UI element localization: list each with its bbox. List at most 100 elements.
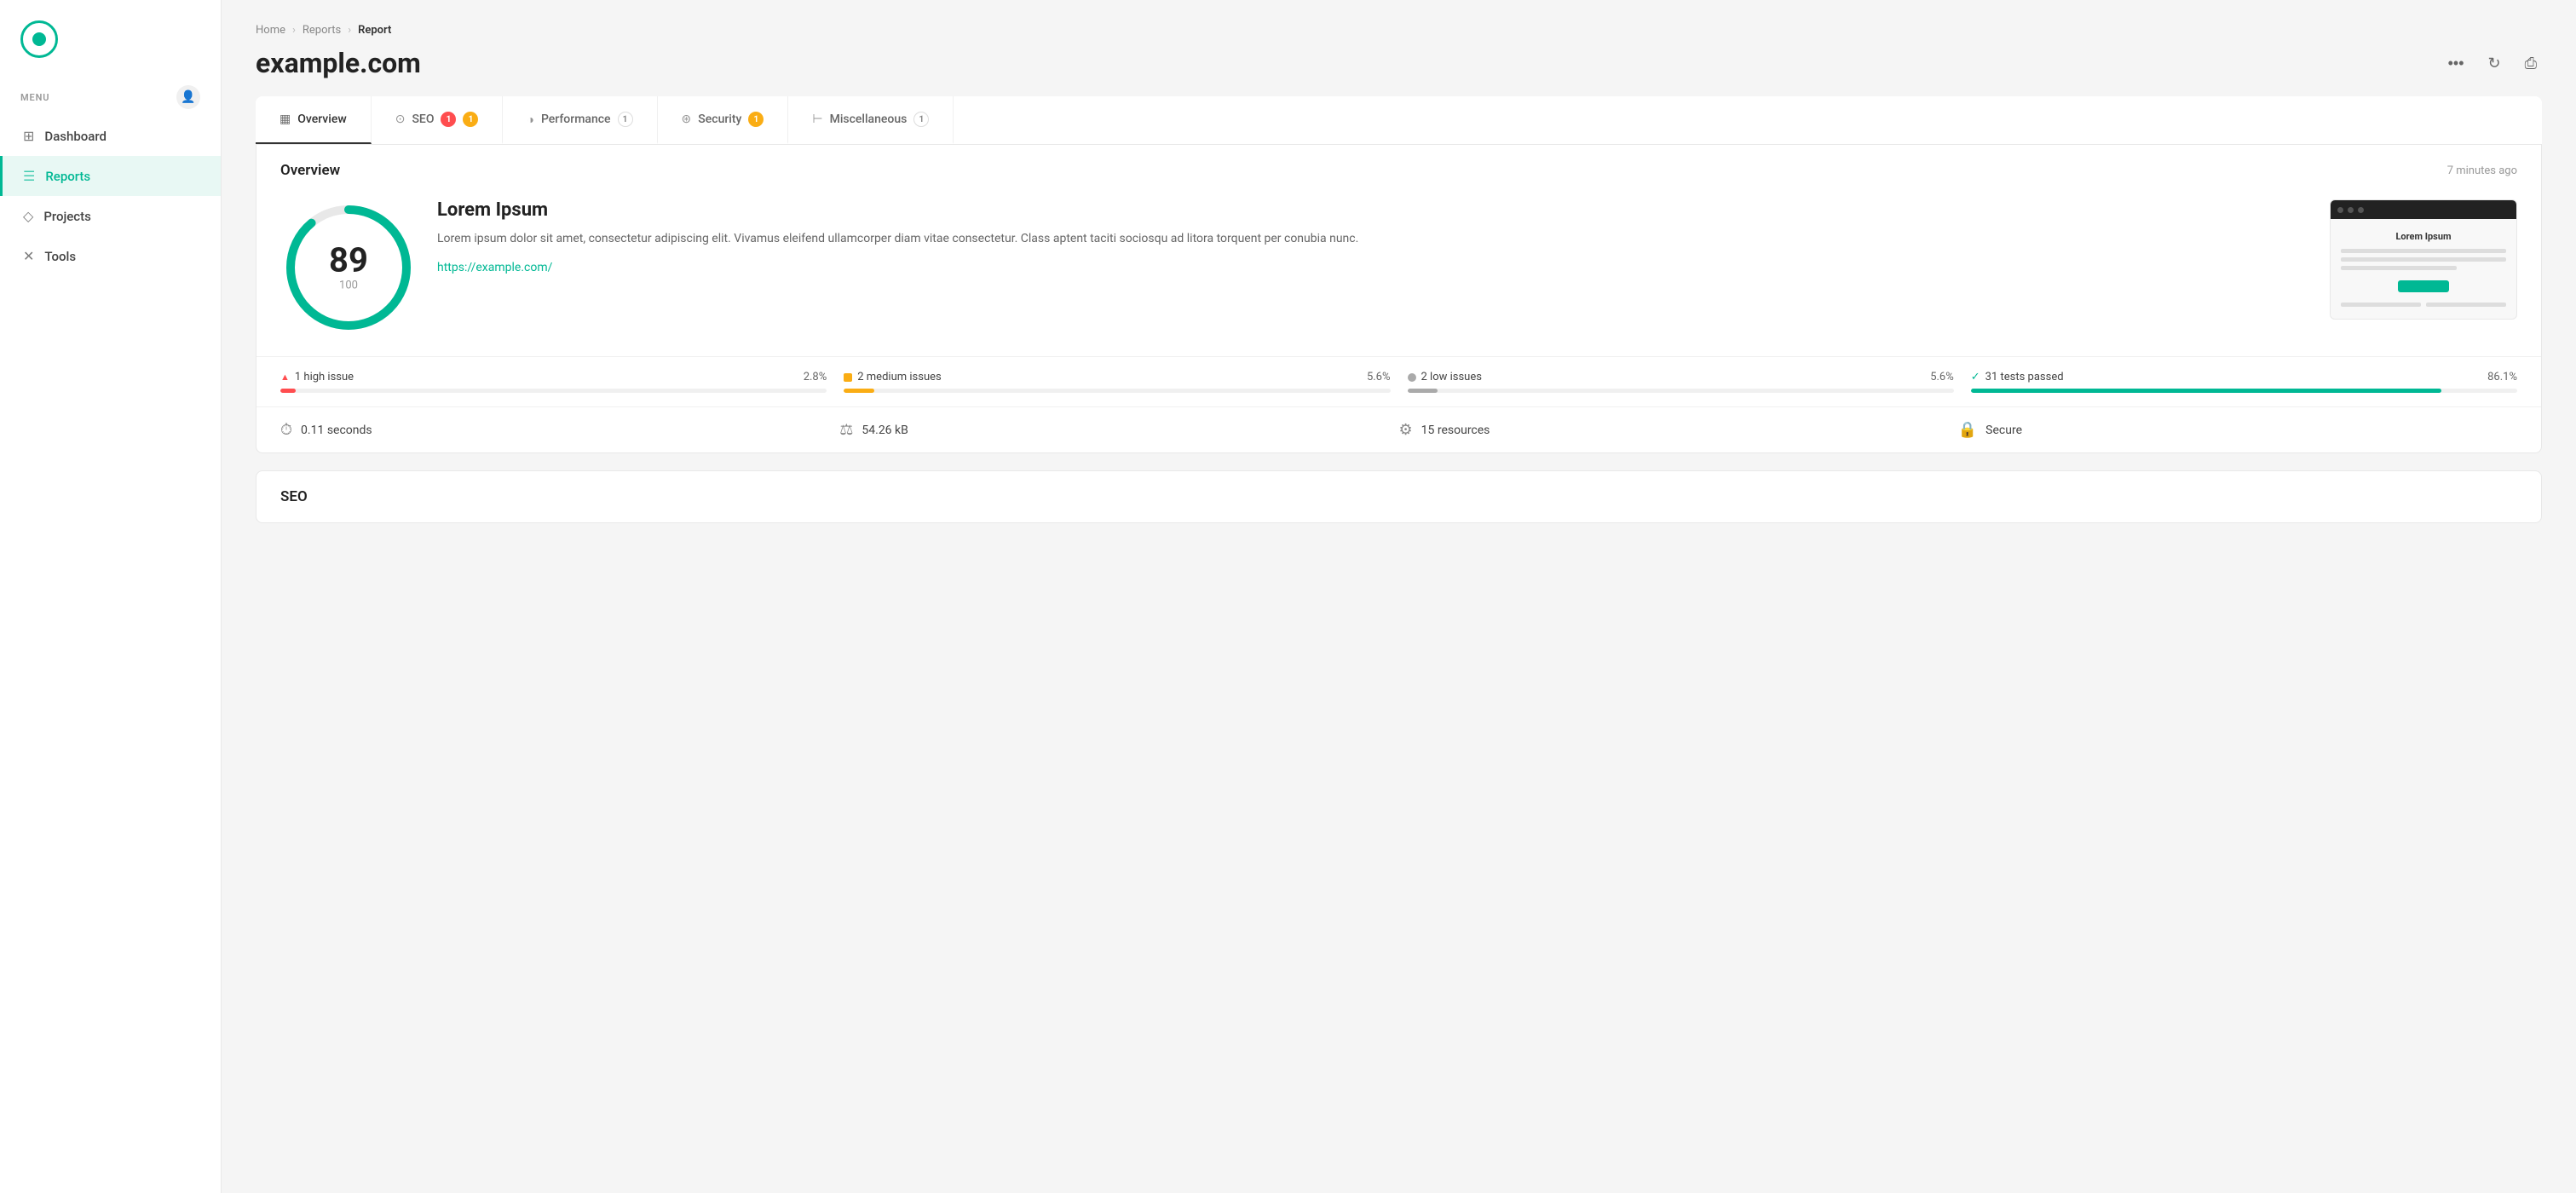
overview-tab-icon: ▦ [279, 112, 291, 126]
sidebar-item-label-dashboard: Dashboard [44, 129, 107, 144]
high-issue-bar-bg [280, 389, 827, 393]
score-value: 89 [329, 244, 368, 278]
security-badge: 1 [748, 112, 764, 127]
tab-miscellaneous-label: Miscellaneous [830, 112, 908, 126]
issue-medium-label-row: 2 medium issues 5.6% [844, 371, 1390, 383]
breadcrumb-sep-1: › [292, 24, 296, 37]
sidebar-item-projects[interactable]: ◇ Projects [0, 196, 221, 236]
preview-footer-line-1 [2341, 303, 2421, 307]
miscellaneous-tab-icon: ⊢ [812, 112, 822, 126]
issue-medium: 2 medium issues 5.6% [844, 371, 1407, 393]
overview-time: 7 minutes ago [2447, 164, 2517, 177]
stat-time-label: 0.11 seconds [301, 424, 372, 437]
page-header: example.com ••• ↻ ⎙ [256, 47, 2542, 79]
breadcrumb-reports[interactable]: Reports [303, 24, 341, 37]
preview-footer [2341, 303, 2506, 307]
performance-badge: 1 [618, 112, 633, 127]
stats-row: ⏱ 0.11 seconds ⚖ 54.26 kB ⚙ 15 resources… [256, 406, 2541, 452]
sidebar-item-dashboard[interactable]: ⊞ Dashboard [0, 116, 221, 156]
logo [0, 0, 221, 72]
stat-secure: 🔒 Secure [1958, 421, 2517, 439]
tab-overview[interactable]: ▦ Overview [256, 96, 372, 144]
low-issue-dot [1408, 373, 1416, 382]
preview-line-2 [2341, 257, 2506, 262]
resources-icon: ⚙ [1399, 421, 1413, 439]
site-preview: Lorem Ipsum [2330, 199, 2517, 320]
header-actions: ••• ↻ ⎙ [2443, 49, 2542, 78]
high-issue-icon: ▲ [280, 372, 290, 383]
secure-icon: 🔒 [1958, 421, 1977, 439]
preview-bar [2331, 200, 2516, 219]
more-button[interactable]: ••• [2443, 49, 2469, 78]
breadcrumb-home[interactable]: Home [256, 24, 285, 37]
reports-icon: ☰ [23, 168, 35, 184]
high-issue-text: 1 high issue [295, 371, 354, 383]
stat-resources: ⚙ 15 resources [1399, 421, 1958, 439]
menu-profile-icon[interactable]: 👤 [176, 85, 200, 109]
site-info: Lorem Ipsum Lorem ipsum dolor sit amet, … [437, 199, 2309, 274]
tools-icon: ✕ [23, 248, 34, 264]
medium-issue-bar-bg [844, 389, 1390, 393]
time-icon: ⏱ [280, 421, 292, 439]
menu-label: MENU [20, 92, 49, 103]
overview-section-title: Overview [280, 162, 340, 179]
overview-header: Overview 7 minutes ago [256, 145, 2541, 179]
preview-dot-2 [2348, 207, 2354, 213]
low-issue-text: 2 low issues [1421, 371, 1482, 383]
low-issue-pct: 5.6% [1930, 371, 1954, 383]
issue-passed-label: ✓ 31 tests passed [1971, 371, 2064, 383]
print-button[interactable]: ⎙ [2520, 49, 2542, 78]
issue-low-label: 2 low issues [1408, 371, 1482, 383]
passed-bar-fill [1971, 389, 2441, 393]
site-description: Lorem ipsum dolor sit amet, consectetur … [437, 229, 2309, 248]
preview-title: Lorem Ipsum [2341, 231, 2506, 242]
issues-row: ▲ 1 high issue 2.8% 2 medium issues [256, 356, 2541, 406]
issue-passed-label-row: ✓ 31 tests passed 86.1% [1971, 371, 2517, 383]
preview-cta-btn [2398, 280, 2449, 292]
sidebar-item-reports[interactable]: ☰ Reports [0, 156, 221, 196]
preview-dot-1 [2337, 207, 2343, 213]
tab-overview-label: Overview [297, 112, 346, 126]
tab-security-label: Security [698, 112, 741, 126]
seo-section: SEO [256, 470, 2542, 523]
tab-performance[interactable]: ◑ Performance 1 [503, 96, 657, 144]
sidebar-nav: ⊞ Dashboard ☰ Reports ◇ Projects ✕ Tools [0, 116, 221, 276]
issue-low-label-row: 2 low issues 5.6% [1408, 371, 1954, 383]
issue-passed: ✓ 31 tests passed 86.1% [1971, 371, 2517, 393]
passed-bar-bg [1971, 389, 2517, 393]
preview-dot-3 [2358, 207, 2364, 213]
low-issue-bar-bg [1408, 389, 1954, 393]
sidebar-item-label-tools: Tools [44, 249, 76, 264]
tab-seo-label: SEO [412, 112, 434, 126]
issue-low: 2 low issues 5.6% [1408, 371, 1971, 393]
logo-inner [32, 32, 46, 46]
breadcrumb-sep-2: › [348, 24, 351, 37]
sidebar-item-label-projects: Projects [43, 209, 91, 224]
seo-badge-yellow: 1 [463, 112, 478, 127]
tab-miscellaneous[interactable]: ⊢ Miscellaneous 1 [788, 96, 954, 144]
dashboard-icon: ⊞ [23, 128, 34, 144]
overview-card: Overview 7 minutes ago 89 100 [256, 145, 2542, 453]
performance-tab-icon: ◑ [527, 112, 533, 127]
seo-tab-icon: ⊙ [395, 112, 406, 126]
medium-issue-bar-fill [844, 389, 874, 393]
medium-issue-text: 2 medium issues [857, 371, 941, 383]
stat-time: ⏱ 0.11 seconds [280, 421, 839, 439]
sidebar-item-tools[interactable]: ✕ Tools [0, 236, 221, 276]
issue-high: ▲ 1 high issue 2.8% [280, 371, 844, 393]
site-name: Lorem Ipsum [437, 199, 2309, 221]
sidebar: MENU 👤 ⊞ Dashboard ☰ Reports ◇ Projects … [0, 0, 222, 1193]
tab-security[interactable]: ⊛ Security 1 [658, 96, 789, 144]
preview-footer-line-2 [2426, 303, 2506, 307]
size-icon: ⚖ [839, 421, 853, 439]
passed-pct: 86.1% [2487, 371, 2517, 383]
stat-secure-label: Secure [1985, 424, 2022, 437]
high-issue-pct: 2.8% [804, 371, 827, 383]
tab-performance-label: Performance [541, 112, 611, 126]
refresh-button[interactable]: ↻ [2483, 49, 2506, 78]
tab-seo[interactable]: ⊙ SEO 1 1 [372, 96, 504, 144]
issue-high-label-row: ▲ 1 high issue 2.8% [280, 371, 827, 383]
medium-issue-dot [844, 373, 852, 382]
site-url[interactable]: https://example.com/ [437, 261, 552, 274]
menu-label-row: MENU 👤 [0, 72, 221, 116]
